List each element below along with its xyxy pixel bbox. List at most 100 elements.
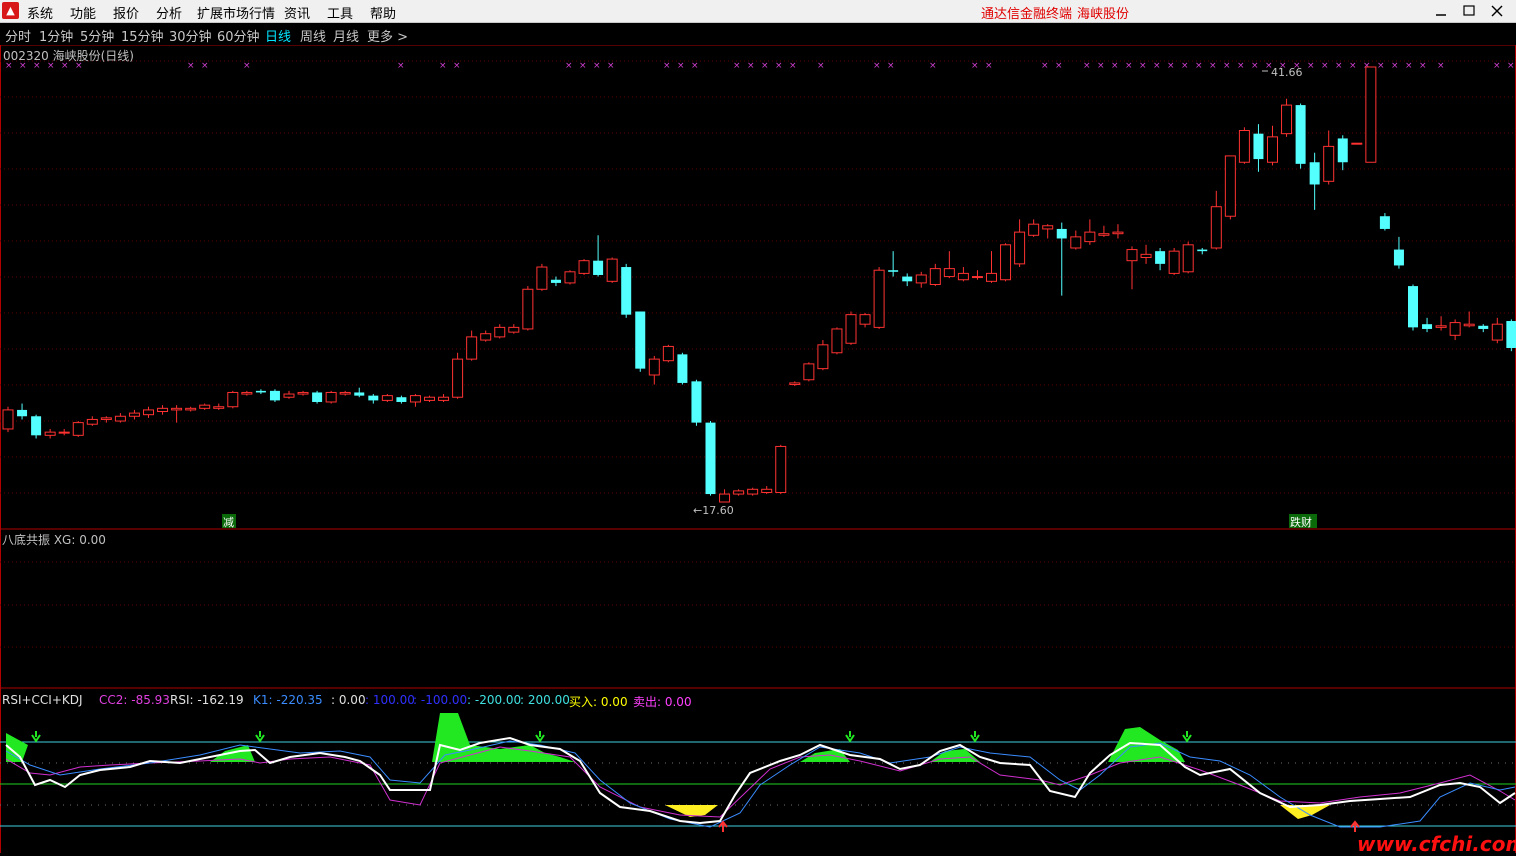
candle-body-up [957,272,969,281]
candle-body-up [662,345,674,362]
candle-body-up [1365,66,1377,163]
buy-arrow-icon [1350,820,1360,832]
sell-arrow-icon [255,731,265,743]
candle-body-down [1197,249,1208,252]
menu-news[interactable]: 资讯 [284,3,310,22]
signal-x-marker: × [1125,61,1133,71]
candle-body-up [339,391,351,395]
candle-body-up [424,396,435,401]
candle-body-up [1140,253,1152,259]
brand-title: 通达信金融终端 [981,7,1073,22]
candle-body-up [480,333,492,341]
signal-x-marker: × [439,61,447,71]
candle-body-up [747,488,759,495]
candle-body-up [536,266,548,290]
candle-body-up [1098,233,1110,236]
main-chart-title: 002320 海峡股份(日线) [3,49,134,63]
menu-system[interactable]: 系统 [27,3,53,22]
period-30min[interactable]: 30分钟 [169,26,212,45]
candle-body-down [1408,286,1418,328]
signal-x-marker: × [1195,61,1203,71]
period-monthly[interactable]: 月线 [333,26,359,45]
signal-x-marker: × [1493,61,1501,71]
signal-x-marker: × [1307,61,1315,71]
indicator-buy: 买入: 0.00 [569,695,628,709]
signal-x-marker: × [887,61,895,71]
menu-quote[interactable]: 报价 [113,3,139,22]
candle-body-up [2,409,14,430]
signal-x-marker: × [1507,61,1515,71]
indicator-100: : 100.00 [365,693,415,707]
signal-x-marker: × [677,61,685,71]
buy-arrow-icon [718,820,728,832]
candle-body-up [1084,231,1096,243]
indicator-lines [0,713,1516,832]
period-daily[interactable]: 日线 [265,26,291,45]
candle-body-up [227,391,239,408]
sell-arrow-icon [31,731,41,743]
menu-analysis[interactable]: 分析 [156,3,182,22]
period-1min[interactable]: 1分钟 [39,26,73,45]
candle-body-up [986,272,997,282]
indicator-rsi: RSI: -162.19 [170,693,244,707]
candle-body-up [1463,323,1475,327]
high-price-label: 41.66 [1271,66,1303,79]
candle-body-up [789,382,801,386]
indicator-sell: 卖出: 0.00 [633,695,692,709]
menu-extended-market[interactable]: 扩展市场行情 [197,3,275,22]
candle-body-up [72,422,84,436]
signal-x-marker: × [1055,61,1063,71]
candle-body-down [31,416,42,436]
candle-body-up [1210,206,1222,249]
chart-area[interactable]: × × × × × × × × × × × × × × × × × × × × × × × × × × × × × × × × × × × × × × × ×… [0,45,1516,853]
candle-body-down [1337,138,1348,163]
candle-body-up [522,288,534,330]
period-5min[interactable]: 5分钟 [80,26,114,45]
menu-function[interactable]: 功能 [70,3,96,22]
sell-arrow-icon [1182,731,1192,743]
indicator-k1: K1: -220.35 [253,693,323,707]
signal-x-marker: × [1419,61,1427,71]
signal-x-marker: × [1377,61,1385,71]
signal-x-marker: × [761,61,769,71]
signal-x-marker: × [691,61,699,71]
candle-body-down [677,354,688,383]
close-icon[interactable] [1486,0,1508,22]
period-more[interactable]: 更多 > [367,26,408,45]
app-logo-icon[interactable]: ▲ [2,2,19,19]
candle-body-up [733,490,745,495]
indicator-name: RSI+CCI+KDJ [2,693,83,707]
signal-x-marker: × [1041,61,1049,71]
sell-arrow-icon [535,731,545,743]
signal-x-marker: × [817,61,825,71]
menu-tools[interactable]: 工具 [327,3,353,22]
candlestick-series [2,66,1516,503]
candle-body-up [1435,325,1447,328]
signal-x-marker: × [1181,61,1189,71]
signal-x-marker: × [579,61,587,71]
candle-body-down [1155,251,1166,264]
candle-body-up [1491,323,1503,341]
candle-body-up [1267,136,1278,163]
period-bar: 分时 1分钟 5分钟 15分钟 30分钟 60分钟 日线 周线 月线 更多 > [0,23,1516,45]
candle-body-up [1168,250,1180,274]
minimize-icon[interactable] [1430,0,1452,22]
indicator-neg200: : -200.00 [467,693,522,707]
candle-body-up [1042,225,1054,230]
period-60min[interactable]: 60分钟 [217,26,260,45]
maximize-icon[interactable] [1458,0,1480,22]
period-weekly[interactable]: 周线 [300,26,326,45]
menu-help[interactable]: 帮助 [370,3,396,22]
candle-body-up [86,418,98,425]
candle-body-down [1056,228,1067,239]
candle-body-down [255,390,266,393]
candle-body-up [803,363,815,381]
candle-body-up [466,336,478,360]
candle-body-up [971,276,983,279]
signal-x-marker: × [1223,61,1231,71]
period-15min[interactable]: 15分钟 [121,26,164,45]
period-intraday[interactable]: 分时 [5,26,31,45]
candle-body-up [438,396,450,401]
candle-body-up [409,395,421,403]
candle-body-up [578,260,590,274]
